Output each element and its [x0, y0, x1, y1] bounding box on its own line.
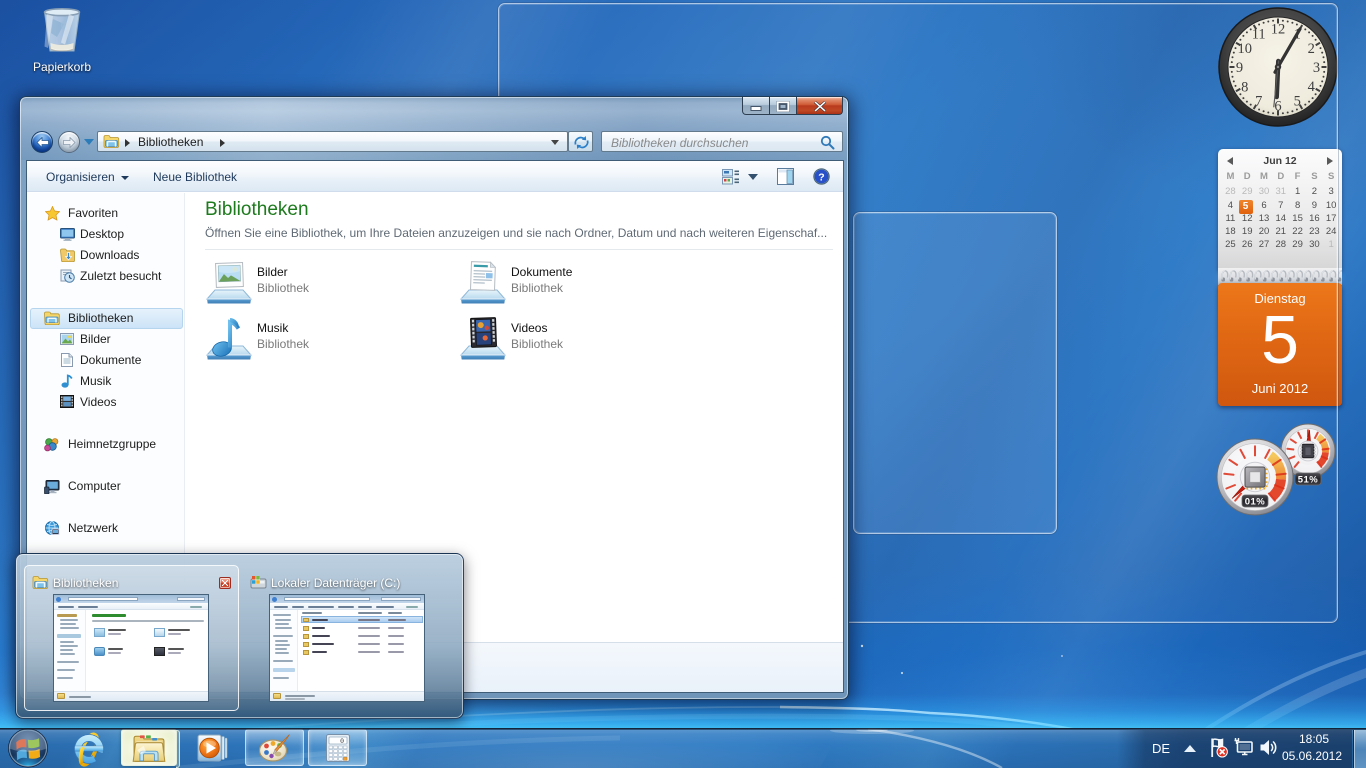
svg-text:0: 0: [340, 737, 344, 744]
svg-text:?: ?: [818, 171, 824, 183]
